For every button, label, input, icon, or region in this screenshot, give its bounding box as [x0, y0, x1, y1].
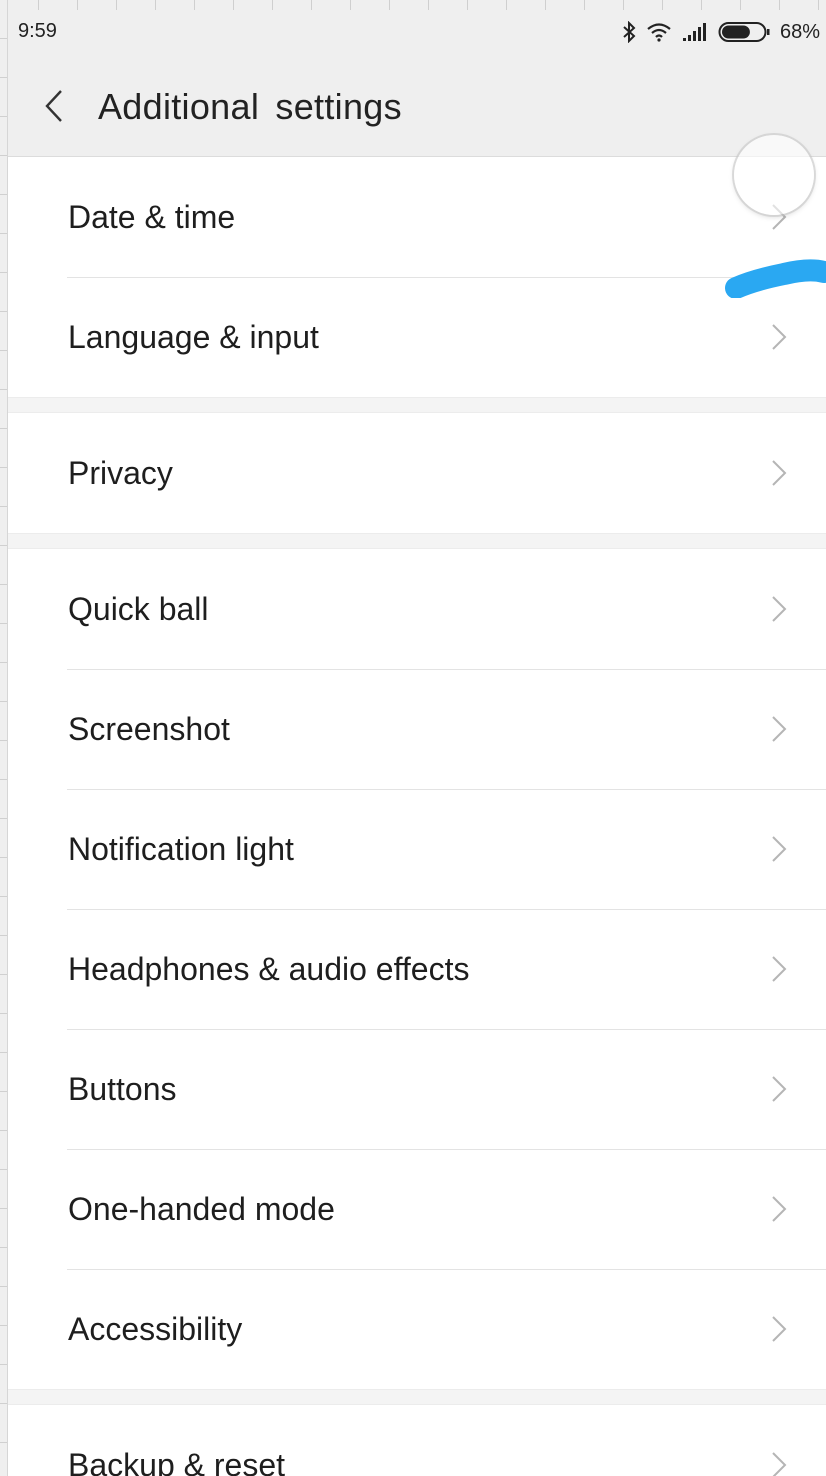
settings-item-backup-and-reset[interactable]: Backup & reset — [8, 1405, 826, 1476]
chevron-right-icon — [772, 716, 787, 742]
section-divider — [8, 1389, 826, 1405]
edge-ruler — [0, 0, 8, 1476]
settings-item-language-and-input[interactable]: Language & input — [8, 277, 826, 397]
top-ruler — [0, 0, 826, 10]
settings-item-label: Headphones & audio effects — [68, 950, 470, 987]
settings-item-label: Quick ball — [68, 590, 209, 627]
settings-group: Quick ball Screenshot Notification light He… — [8, 549, 826, 1389]
settings-item-screenshot[interactable]: Screenshot — [8, 669, 826, 789]
settings-item-label: Screenshot — [68, 710, 230, 747]
chevron-right-icon — [772, 596, 787, 622]
settings-item-date-and-time[interactable]: Date & time — [8, 157, 826, 277]
battery-percent: 68% — [779, 20, 820, 43]
settings-item-one-handed-mode[interactable]: One-handed mode — [8, 1149, 826, 1269]
settings-group: Backup & reset — [8, 1405, 826, 1476]
settings-item-label: Accessibility — [68, 1310, 243, 1347]
settings-item-label: Language & input — [68, 318, 319, 355]
settings-item-label: Backup & reset — [68, 1446, 285, 1476]
settings-item-label: Privacy — [68, 454, 173, 491]
chevron-right-icon — [772, 956, 787, 982]
settings-item-privacy[interactable]: Privacy — [8, 413, 826, 533]
battery-icon — [718, 21, 770, 43]
bluetooth-icon — [622, 21, 636, 43]
chevron-left-icon — [44, 89, 64, 128]
settings-list: Date & time Language & input Privacy Quick … — [8, 157, 826, 1476]
settings-group: Date & time Language & input — [8, 157, 826, 397]
settings-item-headphones-and-audio-effects[interactable]: Headphones & audio effects — [8, 909, 826, 1029]
chevron-right-icon — [772, 324, 787, 350]
section-divider — [8, 397, 826, 413]
settings-item-label: Buttons — [68, 1070, 177, 1107]
settings-item-notification-light[interactable]: Notification light — [8, 789, 826, 909]
header: Additional settings — [8, 62, 826, 157]
settings-item-label: One-handed mode — [68, 1190, 335, 1227]
chevron-right-icon — [772, 836, 787, 862]
chevron-right-icon — [772, 1452, 787, 1476]
chevron-right-icon — [772, 1316, 787, 1342]
back-button[interactable] — [34, 84, 74, 132]
touch-stroke — [725, 259, 826, 298]
page-title: Additional settings — [98, 86, 402, 127]
chevron-right-icon — [772, 1196, 787, 1222]
settings-group: Privacy — [8, 413, 826, 533]
settings-item-buttons[interactable]: Buttons — [8, 1029, 826, 1149]
touch-ring — [734, 135, 814, 215]
settings-item-label: Date & time — [68, 198, 236, 235]
settings-item-label: Notification light — [68, 830, 294, 867]
screen: 9:59 68% Additional settings Date & time… — [0, 0, 826, 1476]
signal-icon — [682, 22, 708, 42]
chevron-right-icon — [772, 1076, 787, 1102]
settings-item-quick-ball[interactable]: Quick ball — [8, 549, 826, 669]
section-divider — [8, 533, 826, 549]
settings-item-accessibility[interactable]: Accessibility — [8, 1269, 826, 1389]
chevron-right-icon — [772, 460, 787, 486]
wifi-icon — [646, 22, 672, 42]
status-icons: 68% — [622, 18, 820, 46]
status-time: 9:59 — [18, 20, 57, 42]
